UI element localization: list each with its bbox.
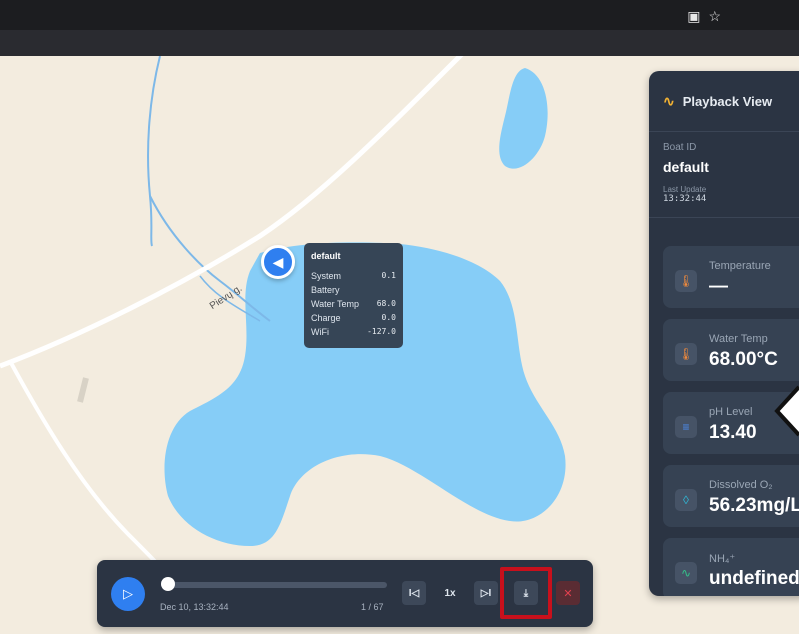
tooltip-row-label: Water Temp (311, 299, 360, 309)
metric-value: 56.23mg/L (709, 495, 799, 516)
tooltip-row: WiFi -127.0 (311, 325, 396, 339)
stream-line (147, 56, 161, 247)
tooltip-row-value: 0.1 (381, 271, 396, 280)
thermometer-icon: 🌡 (675, 343, 697, 365)
play-icon: ▷ (123, 586, 133, 601)
metric-label: Water Temp (709, 333, 768, 345)
close-icon: ✕ (563, 587, 573, 600)
speed-button[interactable]: 1x (438, 581, 462, 605)
browser-icons: ▣ ☆ (687, 8, 721, 25)
ph-lines-icon: ≡ (675, 416, 697, 438)
last-update-value: 13:32:44 (663, 194, 707, 204)
metric-value: — (709, 276, 728, 297)
boat-tooltip: default System Battery 0.1 Water Temp 68… (304, 243, 403, 348)
last-update-label: Last Update (663, 185, 707, 194)
playback-progress-handle[interactable] (161, 577, 175, 591)
close-button[interactable]: ✕ (556, 581, 580, 605)
boat-id-label: Boat ID (663, 142, 697, 153)
tooltip-title: default (311, 251, 341, 261)
playback-progress-track[interactable] (167, 582, 387, 588)
skip-forward-button[interactable]: ▷I (474, 581, 498, 605)
metric-label: NH₄⁺ (709, 553, 736, 565)
tooltip-row-value: 0.0 (381, 313, 396, 322)
boat-info: Boat ID default Last Update 13:32:44 (649, 132, 799, 218)
tooltip-row: Charge 0.0 (311, 311, 396, 325)
highlight-box (500, 567, 552, 619)
metric-value: undefined (709, 568, 799, 589)
browser-subbar (0, 30, 799, 56)
thermometer-icon: 🌡 (675, 270, 697, 292)
playback-time: Dec 10, 13:32:44 (160, 602, 229, 612)
skip-forward-icon: ▷I (480, 587, 492, 599)
boat-id-value: default (663, 159, 709, 175)
star-icon[interactable]: ☆ (708, 8, 721, 25)
metric-label: Dissolved O₂ (709, 479, 773, 491)
navigation-arrow-icon: ◀ (272, 253, 284, 270)
tooltip-row-label: Charge (311, 313, 341, 323)
download-box-icon[interactable]: ▣ (687, 8, 700, 25)
droplet-icon: ◊ (675, 489, 697, 511)
playback-count: 1 / 67 (361, 602, 384, 612)
tooltip-row-value: 68.0 (376, 299, 396, 308)
metric-card-water-temp[interactable]: 🌡 Water Temp 68.00°C (663, 319, 799, 381)
panel-title: Playback View (682, 93, 773, 109)
playback-controls: ▷ Dec 10, 13:32:44 1 / 67 I◁ 1x ▷I ⤓ ✕ (97, 560, 593, 627)
tooltip-row-label: WiFi (311, 327, 329, 337)
skip-back-icon: I◁ (408, 587, 420, 599)
activity-pulse-icon: ∿ (663, 92, 675, 109)
metric-card-dissolved-oxygen[interactable]: ◊ Dissolved O₂ 56.23mg/L (663, 465, 799, 527)
browser-topbar: ▣ ☆ (0, 0, 799, 30)
boat-marker[interactable]: ◀ (261, 245, 295, 279)
pointer-arrow-icon (774, 385, 799, 437)
tooltip-row-label: System Battery (311, 271, 342, 295)
tooltip-row-value: -127.0 (367, 327, 396, 336)
metric-label: Temperature (709, 260, 771, 272)
metric-label: pH Level (709, 406, 753, 418)
tooltip-row: Water Temp 68.0 (311, 297, 396, 311)
metric-card-temperature[interactable]: 🌡 Temperature — (663, 246, 799, 308)
metric-value: 68.00°C (709, 349, 778, 370)
playback-panel: ∿ Playback View Boat ID default Last Upd… (649, 71, 799, 596)
road-stub (77, 377, 89, 403)
panel-header: ∿ Playback View (649, 71, 799, 132)
tooltip-row: System Battery 0.1 (311, 269, 396, 297)
play-button[interactable]: ▷ (111, 577, 145, 611)
pond-shape (499, 68, 548, 169)
metric-card-ammonium[interactable]: ∿ NH₄⁺ undefined (663, 538, 799, 596)
skip-back-button[interactable]: I◁ (402, 581, 426, 605)
speed-label: 1x (444, 587, 456, 599)
pulse-icon: ∿ (675, 562, 697, 584)
metric-value: 13.40 (709, 422, 757, 443)
